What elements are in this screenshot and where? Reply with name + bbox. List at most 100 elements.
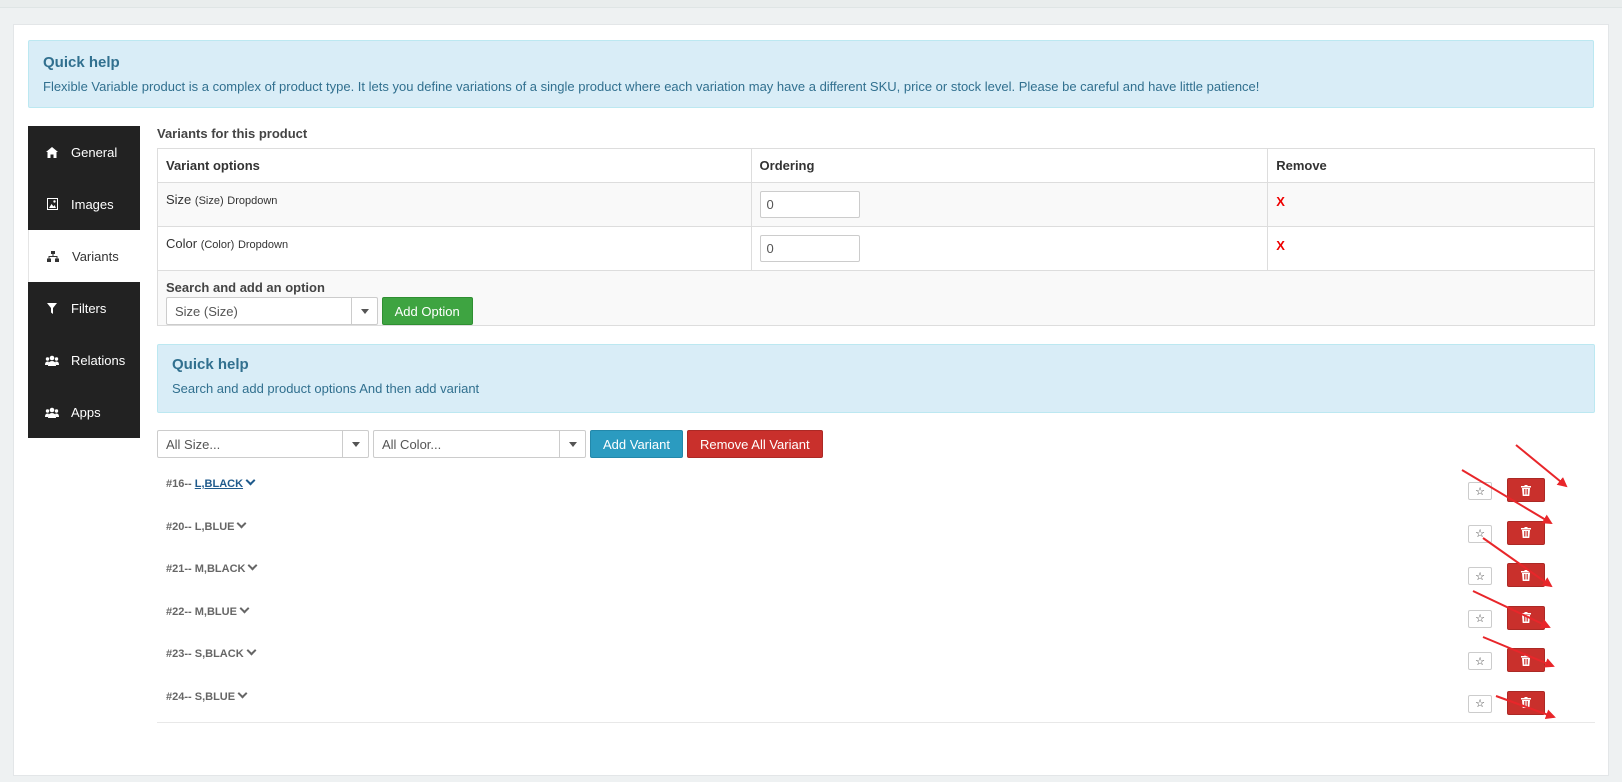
- option-code: (Size): [194, 195, 224, 207]
- sidebar-item-variants[interactable]: Variants: [28, 230, 140, 282]
- variant-id: #23--: [166, 648, 192, 661]
- option-select-value: Size (Size): [175, 303, 238, 319]
- sidebar-item-images[interactable]: Images: [28, 178, 140, 230]
- delete-variant-button[interactable]: [1507, 478, 1545, 502]
- remove-option-button[interactable]: X: [1276, 238, 1285, 253]
- sidebar-item-label: General: [71, 144, 118, 160]
- option-type: Dropdown: [237, 239, 289, 251]
- column-header: Remove: [1267, 148, 1595, 183]
- option-name: Size: [166, 192, 192, 207]
- list-item: #16-- L,BLACK ☆: [157, 466, 1595, 509]
- chevron-down-icon: [237, 518, 247, 529]
- variant-name: S,BLACK: [194, 648, 244, 661]
- quick-help-title: Quick help: [172, 356, 249, 373]
- add-option-button[interactable]: Add Option: [381, 297, 473, 325]
- table-row: Color (Color) Dropdown X: [157, 226, 1595, 271]
- search-add-row: Search and add an option Size (Size) Add…: [157, 270, 1595, 326]
- star-button[interactable]: ☆: [1468, 694, 1492, 713]
- column-header: Ordering: [750, 148, 1269, 183]
- variant-name: M,BLACK: [194, 563, 246, 576]
- option-type: Dropdown: [227, 195, 278, 207]
- ordering-cell: [750, 226, 1269, 271]
- sidebar-item-label: Apps: [71, 404, 101, 420]
- chevron-down-icon: [245, 475, 256, 486]
- variant-label[interactable]: #23-- S,BLACK: [166, 645, 257, 661]
- sidebar-item-general[interactable]: General: [28, 126, 140, 178]
- content-area: Variants for this product Variant option…: [157, 126, 1595, 723]
- variant-options-table: Variant options Ordering Remove Size (Si…: [157, 148, 1595, 326]
- option-cell: Color (Color) Dropdown: [157, 226, 752, 271]
- search-add-cell: Search and add an option Size (Size) Add…: [157, 270, 1595, 326]
- delete-variant-button[interactable]: [1507, 563, 1545, 588]
- delete-variant-button[interactable]: [1507, 520, 1545, 545]
- variant-id: #16--: [166, 478, 192, 490]
- remove-cell: X: [1267, 226, 1595, 271]
- remove-option-button[interactable]: X: [1276, 194, 1285, 209]
- variant-name: M,BLUE: [194, 605, 237, 618]
- variant-label[interactable]: #22-- M,BLUE: [166, 603, 250, 618]
- filter-icon: [43, 302, 61, 314]
- trash-icon: [1521, 569, 1531, 581]
- quick-help-title: Quick help: [43, 54, 120, 71]
- star-icon: ☆: [1475, 570, 1485, 583]
- variant-id: #24--: [166, 690, 192, 703]
- size-filter-select[interactable]: All Size...: [157, 430, 369, 458]
- trash-icon: [1521, 654, 1531, 666]
- sidebar-item-filters[interactable]: Filters: [28, 282, 140, 334]
- delete-variant-button[interactable]: [1507, 690, 1545, 715]
- quick-help-text: Search and add product options And then …: [172, 381, 480, 396]
- variant-id: #22--: [166, 605, 192, 618]
- sidebar-item-relations[interactable]: Relations: [28, 334, 140, 386]
- add-variant-button[interactable]: Add Variant: [590, 430, 683, 458]
- ordering-input[interactable]: [759, 191, 860, 218]
- remove-all-variant-button[interactable]: Remove All Variant: [686, 430, 823, 458]
- variant-label[interactable]: #24-- S,BLUE: [166, 688, 248, 703]
- option-cell: Size (Size) Dropdown: [157, 182, 752, 227]
- main-panel: Quick help Flexible Variable product is …: [13, 24, 1609, 776]
- color-filter-value: All Color...: [382, 436, 442, 452]
- trash-icon: [1521, 697, 1531, 709]
- star-button[interactable]: ☆: [1468, 567, 1492, 586]
- variant-label[interactable]: #16-- L,BLACK: [166, 475, 256, 490]
- list-item: #21-- M,BLACK ☆: [157, 551, 1595, 594]
- variants-section-title: Variants for this product: [157, 126, 308, 141]
- quick-help-top: Quick help Flexible Variable product is …: [28, 40, 1594, 108]
- color-filter-select[interactable]: All Color...: [373, 430, 586, 458]
- variant-name: S,BLUE: [194, 690, 236, 703]
- users-icon: [43, 355, 61, 366]
- ordering-input[interactable]: [759, 235, 860, 262]
- star-button[interactable]: ☆: [1468, 482, 1492, 500]
- users-icon: [43, 407, 61, 418]
- star-button[interactable]: ☆: [1468, 652, 1492, 671]
- variant-name: L,BLUE: [194, 520, 235, 533]
- variant-label[interactable]: #21-- M,BLACK: [166, 560, 258, 576]
- sidebar-nav: General Images Variants Filters Relation…: [28, 126, 140, 438]
- trash-icon: [1521, 527, 1531, 539]
- option-select[interactable]: Size (Size): [166, 297, 378, 325]
- star-button[interactable]: ☆: [1468, 524, 1492, 543]
- chevron-down-icon: [342, 431, 368, 457]
- variant-label[interactable]: #20-- L,BLUE: [166, 518, 247, 533]
- sidebar-item-apps[interactable]: Apps: [28, 386, 140, 438]
- star-icon: ☆: [1475, 485, 1485, 498]
- variant-name: L,BLACK: [194, 478, 244, 490]
- sidebar-item-label: Filters: [71, 300, 107, 316]
- option-code: (Color): [200, 239, 235, 251]
- remove-cell: X: [1267, 182, 1595, 227]
- image-icon: [43, 198, 61, 210]
- list-item: #22-- M,BLUE ☆: [157, 594, 1595, 637]
- delete-variant-button[interactable]: [1507, 605, 1545, 630]
- ordering-cell: [750, 182, 1269, 227]
- star-icon: ☆: [1475, 613, 1485, 626]
- trash-icon: [1521, 612, 1531, 624]
- delete-variant-button[interactable]: [1507, 648, 1545, 673]
- list-item: #24-- S,BLUE ☆: [157, 679, 1595, 722]
- chevron-down-icon: [237, 688, 248, 699]
- sidebar-item-label: Relations: [71, 352, 126, 368]
- column-header: Variant options: [157, 148, 752, 183]
- chevron-down-icon: [239, 603, 250, 614]
- quick-help-text: Flexible Variable product is a complex o…: [43, 79, 1260, 94]
- quick-help-mid: Quick help Search and add product option…: [157, 344, 1595, 413]
- star-button[interactable]: ☆: [1468, 609, 1492, 628]
- home-icon: [43, 146, 61, 158]
